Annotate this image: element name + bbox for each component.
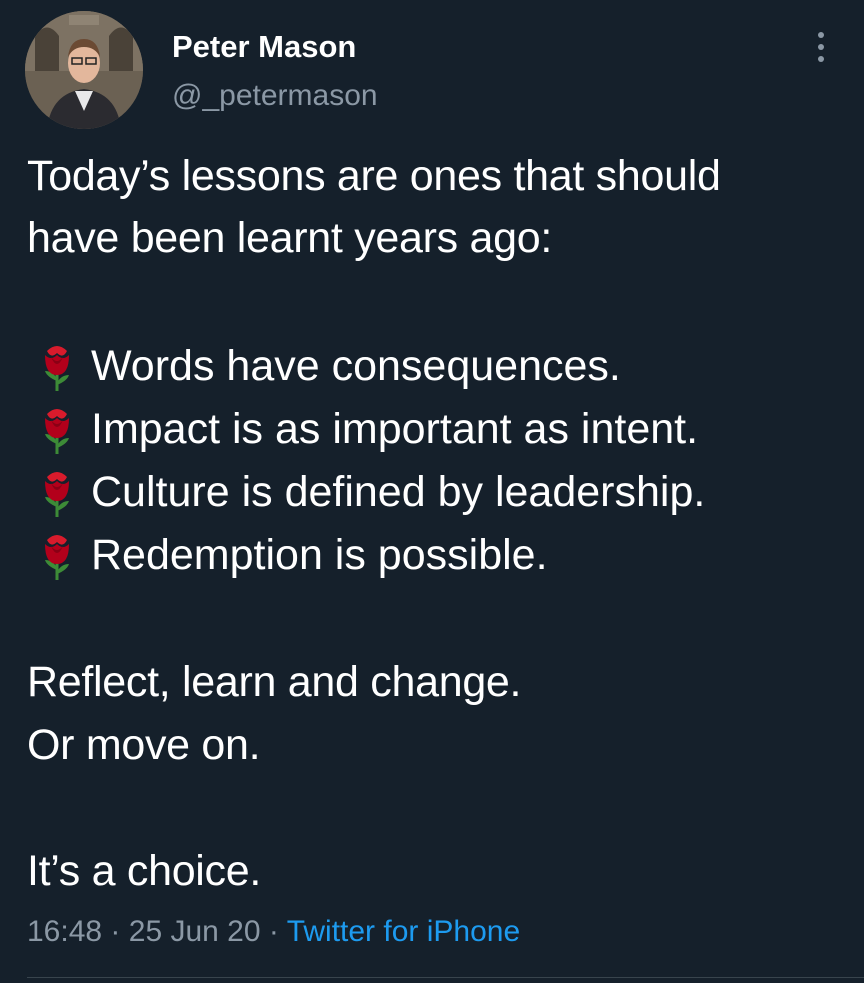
list-item: Redemption is possible. [33,529,548,581]
list-item-text: Words have consequences. [91,342,621,390]
rose-icon [45,346,69,391]
list-item-text: Impact is as important as intent. [91,405,699,453]
tweet-date[interactable]: 25 Jun 20 [129,915,261,948]
list-item-text: Culture is defined by leadership. [91,468,706,516]
rose-icon [45,472,69,517]
tweet-metadata: 16:48 · 25 Jun 20 · Twitter for iPhone [27,912,520,952]
tweet-intro-line-2: have been learnt years ago: [27,214,552,262]
tweet-closing-line-1: Reflect, learn and change. [27,658,522,706]
list-item-text: Redemption is possible. [91,531,548,579]
divider [27,977,864,978]
list-item: Words have consequences. [33,340,621,392]
meta-separator: · [268,915,279,948]
list-item: Culture is defined by leadership. [33,466,705,518]
more-vertical-icon[interactable] [808,30,834,64]
tweet-final-line: It’s a choice. [27,847,262,895]
tweet-closing-line-2: Or move on. [27,721,261,769]
list-item: Impact is as important as intent. [33,403,698,455]
meta-separator: · [110,915,121,948]
tweet-time[interactable]: 16:48 [27,915,102,948]
author-handle[interactable]: @_petermason [172,78,378,114]
author-name[interactable]: Peter Mason [172,28,356,66]
avatar[interactable] [25,11,143,129]
tweet-source-link[interactable]: Twitter for iPhone [287,915,520,948]
rose-icon [45,535,69,580]
tweet-intro-line-1: Today’s lessons are ones that should [27,152,721,200]
rose-icon [45,409,69,454]
